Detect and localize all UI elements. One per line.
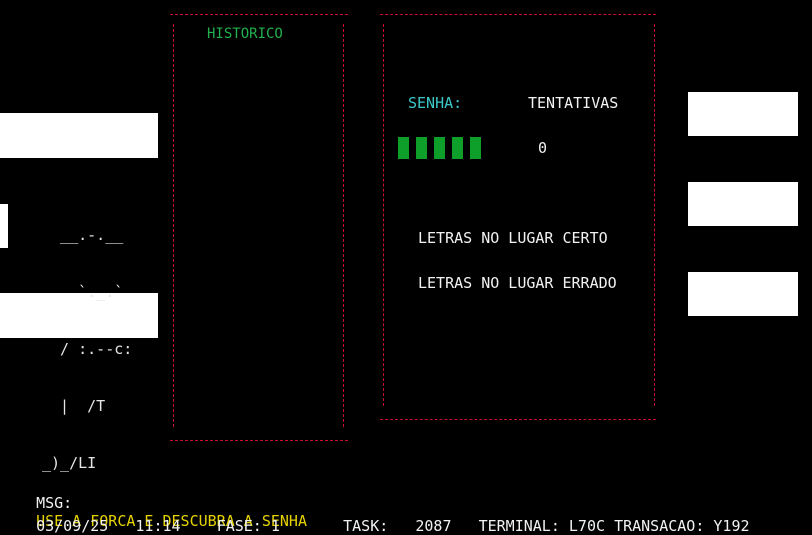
password-pin [452,137,463,159]
tutorial-button-label: TUTORIAL [688,138,761,156]
transacao-value: Y192 [713,517,750,535]
password-pin [398,137,409,159]
fase-label: FASE: [216,517,262,535]
confirmar-button[interactable]: CONFIRMAR ENTER [688,182,798,312]
history-border-top [170,14,348,15]
history-border-bottom [170,440,348,441]
task-label: TASK: [343,517,389,535]
art-line: __.-.__ [42,226,124,244]
transacao-label: TRANSACAO: [614,517,705,535]
sair-button[interactable]: SAIR F12 [688,272,798,402]
status-date: 03/09/25 [36,517,109,535]
game-border-right [654,24,655,406]
ascii-art-figure: __.-.__ `._.` / :.--c: | /T _)_/LI [42,188,132,492]
art-line: / :.--c: [42,340,133,358]
status-bar: 03/09/25 11:14 FASE: 1 TASK: 2087 TERMIN… [18,499,750,535]
history-border-left [173,24,174,427]
left-block-middle [0,204,8,248]
tutorial-button[interactable]: TUTORIAL F1 [688,92,798,222]
sair-button-label: SAIR [708,318,745,336]
art-line: `._.` [42,283,124,301]
history-title: HISTORICO [207,26,283,42]
tentativas-value: 0 [538,139,548,157]
sair-button-key: F12 [708,384,736,402]
password-pin [470,137,481,159]
fase-value: 1 [270,517,280,535]
senha-label: SENHA: [408,94,463,112]
terminal-label: TERMINAL: [478,517,560,535]
tentativas-label: TENTATIVAS [528,94,619,112]
game-border-bottom [380,419,656,420]
game-border-left [383,24,384,406]
art-line: | /T [42,397,106,415]
confirmar-button-label: CONFIRMAR [688,228,770,246]
status-time: 11:14 [135,517,181,535]
terminal-value: L70C [568,517,606,535]
game-border-top [380,14,656,15]
letters-right-place-label: LETRAS NO LUGAR CERTO [418,229,608,247]
history-border-right [343,24,344,427]
task-value: 2087 [415,517,452,535]
art-line: _)_/LI [42,454,97,472]
letters-wrong-place-label: LETRAS NO LUGAR ERRADO [418,274,617,292]
password-pin [434,137,445,159]
password-pin [416,137,427,159]
left-block-top [0,113,158,158]
